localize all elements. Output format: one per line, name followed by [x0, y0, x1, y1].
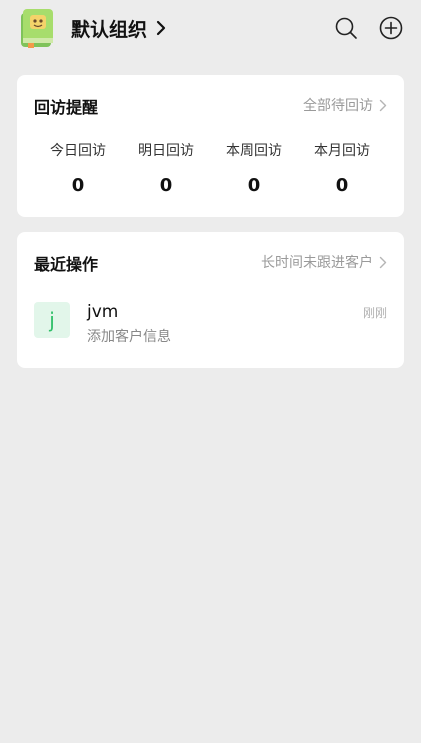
- inactive-customers-link[interactable]: 长时间未跟进客户: [261, 252, 387, 272]
- inactive-customers-label: 长时间未跟进客户: [261, 255, 373, 271]
- all-pending-visits-label: 全部待回访: [303, 98, 373, 114]
- all-pending-visits-link[interactable]: 全部待回访: [303, 95, 387, 115]
- header: 默认组织: [0, 0, 421, 56]
- org-switcher[interactable]: 默认组织: [71, 15, 167, 41]
- book-logo-icon[interactable]: [18, 7, 56, 49]
- visit-reminder-title: 回访提醒: [34, 98, 99, 117]
- chevron-right-icon: [379, 99, 387, 112]
- stat-label: 本月回访: [314, 143, 370, 159]
- operation-description: 添加客户信息: [87, 329, 171, 345]
- list-item[interactable]: j jvm 添加客户信息 刚刚: [17, 300, 404, 350]
- add-circle-icon[interactable]: [379, 16, 403, 40]
- customer-name: jvm: [87, 302, 119, 322]
- stat-label: 今日回访: [50, 143, 106, 159]
- stat-value: 0: [335, 175, 349, 196]
- stat-this-week[interactable]: 本周回访 0: [210, 141, 298, 197]
- search-icon[interactable]: [334, 16, 358, 40]
- stat-this-month[interactable]: 本月回访 0: [298, 141, 386, 197]
- visit-reminder-card: 回访提醒 全部待回访 今日回访 0 明日回访 0 本周回访 0 本月回访 0: [17, 75, 404, 217]
- stat-label: 本周回访: [226, 143, 282, 159]
- recent-operations-card: 最近操作 长时间未跟进客户 j jvm 添加客户信息 刚刚: [17, 232, 404, 368]
- stat-label: 明日回访: [138, 143, 194, 159]
- avatar: j: [34, 302, 70, 338]
- stat-today[interactable]: 今日回访 0: [34, 141, 122, 197]
- recent-operations-title: 最近操作: [34, 255, 99, 274]
- stat-value: 0: [71, 175, 85, 196]
- org-name: 默认组织: [71, 18, 148, 41]
- stat-value: 0: [247, 175, 261, 196]
- chevron-right-icon: [155, 19, 167, 37]
- stat-tomorrow[interactable]: 明日回访 0: [122, 141, 210, 197]
- visit-stats: 今日回访 0 明日回访 0 本周回访 0 本月回访 0: [17, 141, 404, 197]
- chevron-right-icon: [379, 256, 387, 269]
- operation-time: 刚刚: [362, 306, 387, 320]
- app-screen: 默认组织 回访提醒 全部待回访 今日回访 0 明日回访 0 本周回访 0 本月回…: [0, 0, 421, 743]
- stat-value: 0: [159, 175, 173, 196]
